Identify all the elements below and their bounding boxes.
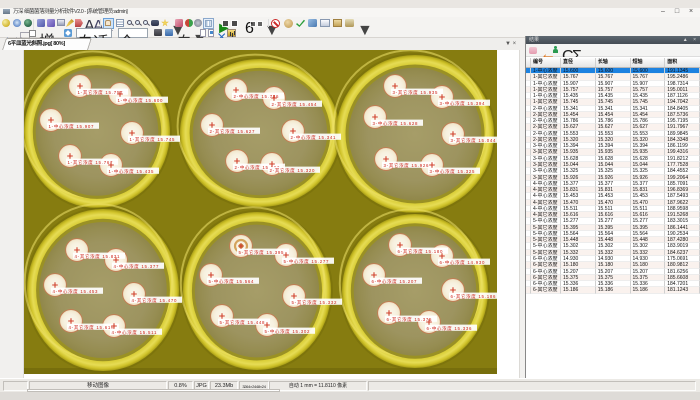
svg-text:6-其它浓度 15.375: 6-其它浓度 15.375 <box>387 316 433 323</box>
svg-text:3-其它浓度 15.935: 3-其它浓度 15.935 <box>393 89 439 96</box>
svg-text:5-中心浓度 15.302: 5-中心浓度 15.302 <box>265 328 311 335</box>
svg-text:5-中心浓度 15.277: 5-中心浓度 15.277 <box>284 258 330 265</box>
svg-text:4-中心浓度 15.453: 4-中心浓度 15.453 <box>53 288 99 295</box>
svg-text:3-其它浓度 15.926: 3-其它浓度 15.926 <box>384 162 430 169</box>
svg-text:4-中心浓度 15.511: 4-中心浓度 15.511 <box>112 329 158 336</box>
svg-text:5-中心浓度 15.564: 5-中心浓度 15.564 <box>209 278 255 285</box>
svg-text:1-其它浓度 15.745: 1-其它浓度 15.745 <box>130 136 176 143</box>
svg-text:3-中心浓度 15.394: 3-中心浓度 15.394 <box>440 100 486 107</box>
svg-text:2-其它浓度 15.454: 2-其它浓度 15.454 <box>272 101 318 108</box>
svg-text:3-其它浓度 15.044: 3-其它浓度 15.044 <box>451 137 497 144</box>
svg-text:6-中心浓度 14.930: 6-中心浓度 14.930 <box>440 259 486 266</box>
svg-text:1-其它浓度 15.767: 1-其它浓度 15.767 <box>68 159 114 166</box>
svg-text:3-中心浓度 15.628: 3-中心浓度 15.628 <box>373 120 419 127</box>
svg-text:1-中心浓度 15.435: 1-中心浓度 15.435 <box>109 168 155 175</box>
svg-text:5-其它浓度 15.395: 5-其它浓度 15.395 <box>239 249 285 256</box>
svg-text:6-其它浓度 15.186: 6-其它浓度 15.186 <box>451 293 497 300</box>
svg-text:3-中心浓度 15.325: 3-中心浓度 15.325 <box>430 168 476 175</box>
svg-text:2-中心浓度 15.786: 2-中心浓度 15.786 <box>234 93 280 100</box>
svg-text:4-其它浓度 15.616: 4-其它浓度 15.616 <box>69 324 115 331</box>
svg-text:1-中心浓度 15.600: 1-中心浓度 15.600 <box>118 97 164 104</box>
svg-text:6-中心浓度 15.207: 6-中心浓度 15.207 <box>372 278 418 285</box>
svg-text:4-中心浓度 15.377: 4-中心浓度 15.377 <box>114 263 160 270</box>
svg-text:2-中心浓度 15.341: 2-中心浓度 15.341 <box>291 134 337 141</box>
svg-text:1-中心浓度 15.907: 1-中心浓度 15.907 <box>49 123 95 130</box>
svg-text:4-其它浓度 15.831: 4-其它浓度 15.831 <box>75 253 121 260</box>
svg-text:4-其它浓度 15.470: 4-其它浓度 15.470 <box>132 297 178 304</box>
svg-text:5-其它浓度 15.448: 5-其它浓度 15.448 <box>220 319 266 326</box>
svg-text:5-其它浓度 15.332: 5-其它浓度 15.332 <box>292 299 338 306</box>
svg-text:1-其它浓度 15.757: 1-其它浓度 15.757 <box>78 89 124 96</box>
svg-text:6-中心浓度 15.336: 6-中心浓度 15.336 <box>427 325 473 332</box>
svg-text:2-其它浓度 15.627: 2-其它浓度 15.627 <box>210 128 256 135</box>
svg-text:2-其它浓度 15.320: 2-其它浓度 15.320 <box>270 167 316 174</box>
svg-text:6-其它浓度 15.180: 6-其它浓度 15.180 <box>398 248 444 255</box>
